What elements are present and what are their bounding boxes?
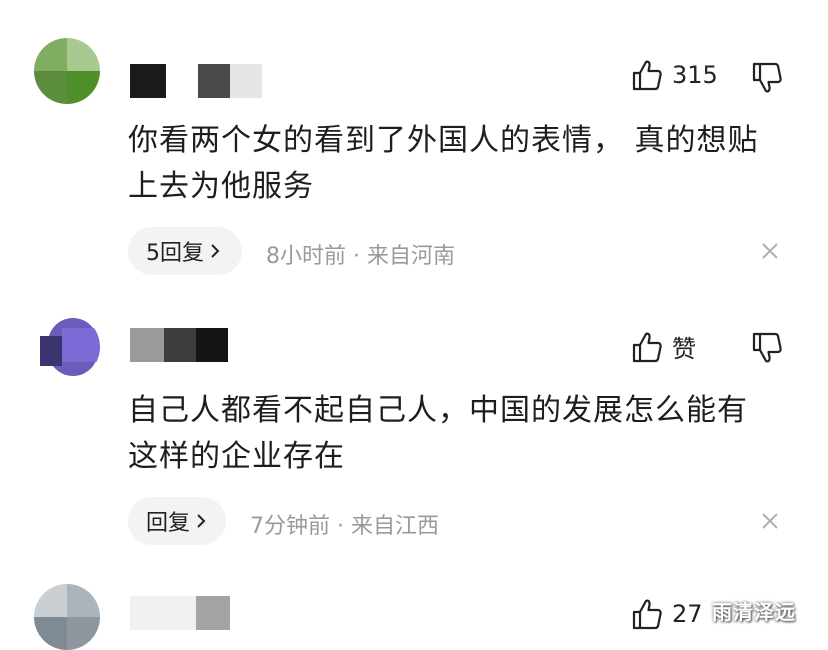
comment-text: 你看两个女的看到了外国人的表情， 真的想贴 上去为他服务 — [128, 123, 759, 204]
like-button[interactable]: 27 — [632, 598, 703, 630]
username-redacted[interactable] — [130, 328, 240, 362]
like-button[interactable]: 315 — [632, 59, 718, 91]
chevron-right-icon — [210, 243, 220, 259]
avatar[interactable] — [34, 314, 100, 380]
like-button[interactable]: 赞 — [632, 329, 696, 364]
username-redacted[interactable] — [130, 596, 240, 630]
avatar[interactable] — [34, 584, 100, 650]
location: 来自江西 — [351, 514, 440, 539]
thumbs-down-icon[interactable] — [752, 62, 782, 94]
location: 来自河南 — [367, 244, 456, 269]
timestamp: 7分钟前 — [250, 514, 330, 539]
chevron-right-icon — [196, 513, 206, 529]
watermark: 雨清泽远 — [712, 600, 796, 624]
like-count: 315 — [672, 61, 718, 89]
thumbs-up-icon — [632, 59, 662, 91]
timestamp: 8小时前 — [266, 244, 346, 269]
comment-meta: 8小时前 · 来自河南 — [266, 238, 455, 270]
like-count: 赞 — [672, 335, 696, 363]
thumbs-down-icon[interactable] — [752, 332, 782, 364]
reply-button[interactable]: 回复 — [128, 497, 226, 545]
thumbs-up-icon — [632, 331, 662, 363]
like-count: 27 — [672, 600, 703, 628]
username-redacted[interactable] — [130, 64, 270, 98]
avatar[interactable] — [34, 38, 100, 104]
thumbs-up-icon — [632, 598, 662, 630]
reply-button[interactable]: 5回复 — [128, 227, 242, 275]
separator: · — [337, 514, 344, 539]
close-icon[interactable] — [760, 241, 780, 261]
comment-meta: 7分钟前 · 来自江西 — [250, 508, 439, 540]
comment-text: 自己人都看不起自己人，中国的发展怎么能有 这样的企业存在 — [128, 393, 748, 474]
separator: · — [353, 244, 360, 269]
close-icon[interactable] — [760, 511, 780, 531]
